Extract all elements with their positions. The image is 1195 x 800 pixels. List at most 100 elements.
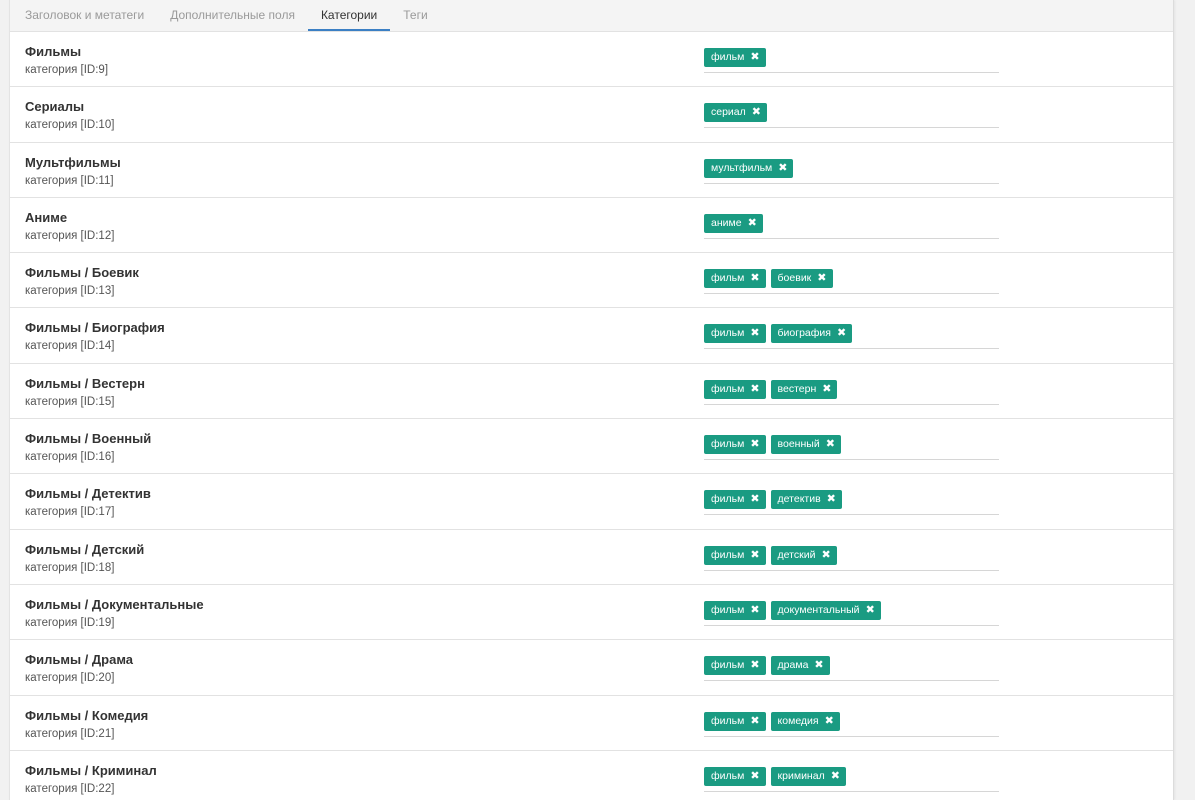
tab-categories[interactable]: Категории <box>307 0 391 31</box>
remove-tag-icon[interactable]: ✖ <box>750 767 759 786</box>
category-title: Фильмы / Драма <box>25 652 133 668</box>
tag-chip: фильм ✖ <box>704 545 766 565</box>
tag-input[interactable]: фильм ✖ боевик ✖ <box>704 269 999 295</box>
category-subtitle: категория [ID:19] <box>25 616 115 629</box>
remove-tag-icon[interactable]: ✖ <box>831 767 840 786</box>
remove-tag-icon[interactable]: ✖ <box>750 380 759 399</box>
tag-input[interactable]: фильм ✖ детский ✖ <box>704 545 999 571</box>
category-row: Фильмы / Вестерн категория [ID:15] фильм ✖ в… <box>10 364 1173 420</box>
tag-label: комедия <box>777 714 819 727</box>
tag-label: фильм <box>711 714 745 727</box>
remove-tag-icon[interactable]: ✖ <box>750 656 759 675</box>
category-subtitle: категория [ID:13] <box>25 285 115 298</box>
remove-tag-icon[interactable]: ✖ <box>827 490 836 509</box>
category-row: Фильмы / Детский категория [ID:18] фильм ✖ д… <box>10 530 1173 585</box>
remove-tag-icon[interactable]: ✖ <box>821 546 830 565</box>
category-list: Фильмы категория [ID:9] фильм ✖ Сериалы катег… <box>10 32 1173 800</box>
tag-chip: фильм ✖ <box>704 379 766 399</box>
tag-chip: фильм ✖ <box>704 269 766 289</box>
tag-label: вестерн <box>777 382 817 395</box>
remove-tag-icon[interactable]: ✖ <box>750 435 759 454</box>
category-row: Мультфильмы категория [ID:11] мультфильм ✖ <box>10 143 1173 198</box>
tag-label: документальный <box>777 603 860 616</box>
tag-label: фильм <box>711 382 745 395</box>
tag-input[interactable]: фильм ✖ вестерн ✖ <box>704 379 999 405</box>
tag-label: фильм <box>711 272 745 285</box>
tag-input[interactable]: аниме ✖ <box>704 213 999 239</box>
tag-input[interactable]: фильм ✖ криминал ✖ <box>704 766 999 792</box>
tag-label: фильм <box>711 659 745 672</box>
remove-tag-icon[interactable]: ✖ <box>817 269 826 288</box>
category-title: Фильмы / Боевик <box>25 265 139 281</box>
tab-title-meta[interactable]: Заголовок и метатеги <box>12 0 157 31</box>
tag-chip: мультфильм ✖ <box>704 158 794 178</box>
category-subtitle: категория [ID:11] <box>25 174 114 187</box>
tag-label: военный <box>777 438 820 451</box>
tag-input[interactable]: мультфильм ✖ <box>704 158 999 184</box>
tag-label: драма <box>777 659 809 672</box>
tag-input[interactable]: фильм ✖ комедия ✖ <box>704 711 999 737</box>
tag-input[interactable]: фильм ✖ детектив ✖ <box>704 490 999 516</box>
remove-tag-icon[interactable]: ✖ <box>750 48 759 67</box>
remove-tag-icon[interactable]: ✖ <box>752 103 761 122</box>
remove-tag-icon[interactable]: ✖ <box>778 159 787 178</box>
tag-input[interactable]: фильм ✖ документальный ✖ <box>704 600 999 626</box>
tag-input[interactable]: фильм ✖ <box>704 48 999 73</box>
category-subtitle: категория [ID:22] <box>25 782 115 795</box>
tag-chip: детектив ✖ <box>770 490 842 510</box>
category-subtitle: категория [ID:18] <box>25 561 115 574</box>
remove-tag-icon[interactable]: ✖ <box>826 435 835 454</box>
tag-chip: сериал ✖ <box>704 103 767 123</box>
tag-label: сериал <box>711 106 746 119</box>
remove-tag-icon[interactable]: ✖ <box>825 712 834 731</box>
category-subtitle: категория [ID:12] <box>25 229 115 242</box>
tag-chip: боевик ✖ <box>770 269 833 289</box>
category-subtitle: категория [ID:20] <box>25 672 115 685</box>
tag-chip: вестерн ✖ <box>770 379 838 399</box>
tag-label: мультфильм <box>711 161 773 174</box>
remove-tag-icon[interactable]: ✖ <box>866 601 875 620</box>
remove-tag-icon[interactable]: ✖ <box>837 324 846 343</box>
remove-tag-icon[interactable]: ✖ <box>814 656 823 675</box>
tag-label: фильм <box>711 438 745 451</box>
tag-label: фильм <box>711 493 745 506</box>
tag-input[interactable]: фильм ✖ драма ✖ <box>704 656 999 682</box>
tag-chip: военный ✖ <box>770 435 841 455</box>
tag-chip: фильм ✖ <box>704 490 766 510</box>
tag-label: детский <box>777 548 816 561</box>
category-row: Фильмы / Криминал категория [ID:22] фильм ✖… <box>10 751 1173 800</box>
category-subtitle: категория [ID:10] <box>25 119 115 132</box>
tab-extra-fields[interactable]: Дополнительные поля <box>157 0 308 31</box>
tag-chip: фильм ✖ <box>704 656 766 676</box>
category-title: Фильмы / Комедия <box>25 707 149 723</box>
remove-tag-icon[interactable]: ✖ <box>750 324 759 343</box>
tag-chip: фильм ✖ <box>704 324 766 344</box>
category-subtitle: категория [ID:17] <box>25 506 115 519</box>
tag-label: фильм <box>711 548 745 561</box>
category-title: Фильмы / Военный <box>25 431 152 447</box>
tag-input[interactable]: сериал ✖ <box>704 103 999 129</box>
category-title: Фильмы / Детектив <box>25 486 151 502</box>
remove-tag-icon[interactable]: ✖ <box>750 269 759 288</box>
tag-chip: фильм ✖ <box>704 600 766 620</box>
remove-tag-icon[interactable]: ✖ <box>748 214 757 233</box>
remove-tag-icon[interactable]: ✖ <box>750 712 759 731</box>
remove-tag-icon[interactable]: ✖ <box>750 490 759 509</box>
remove-tag-icon[interactable]: ✖ <box>750 546 759 565</box>
category-row: Фильмы / Драма категория [ID:20] фильм ✖ дра… <box>10 640 1173 696</box>
category-row: Фильмы / Военный категория [ID:16] фильм ✖ в… <box>10 419 1173 475</box>
remove-tag-icon[interactable]: ✖ <box>822 380 831 399</box>
category-title: Фильмы / Биография <box>25 320 165 336</box>
tag-chip: документальный ✖ <box>770 600 881 620</box>
remove-tag-icon[interactable]: ✖ <box>750 601 759 620</box>
category-subtitle: категория [ID:9] <box>25 64 109 76</box>
category-title: Фильмы / Документальные <box>25 596 204 612</box>
category-subtitle: категория [ID:14] <box>25 340 115 353</box>
tag-input[interactable]: фильм ✖ биография ✖ <box>704 324 999 350</box>
tag-input[interactable]: фильм ✖ военный ✖ <box>704 435 999 461</box>
tag-chip: драма ✖ <box>770 656 830 676</box>
tab-tags[interactable]: Теги <box>390 0 440 31</box>
category-subtitle: категория [ID:15] <box>25 395 115 408</box>
tag-label: криминал <box>777 769 825 782</box>
tag-chip: криминал ✖ <box>770 766 846 786</box>
